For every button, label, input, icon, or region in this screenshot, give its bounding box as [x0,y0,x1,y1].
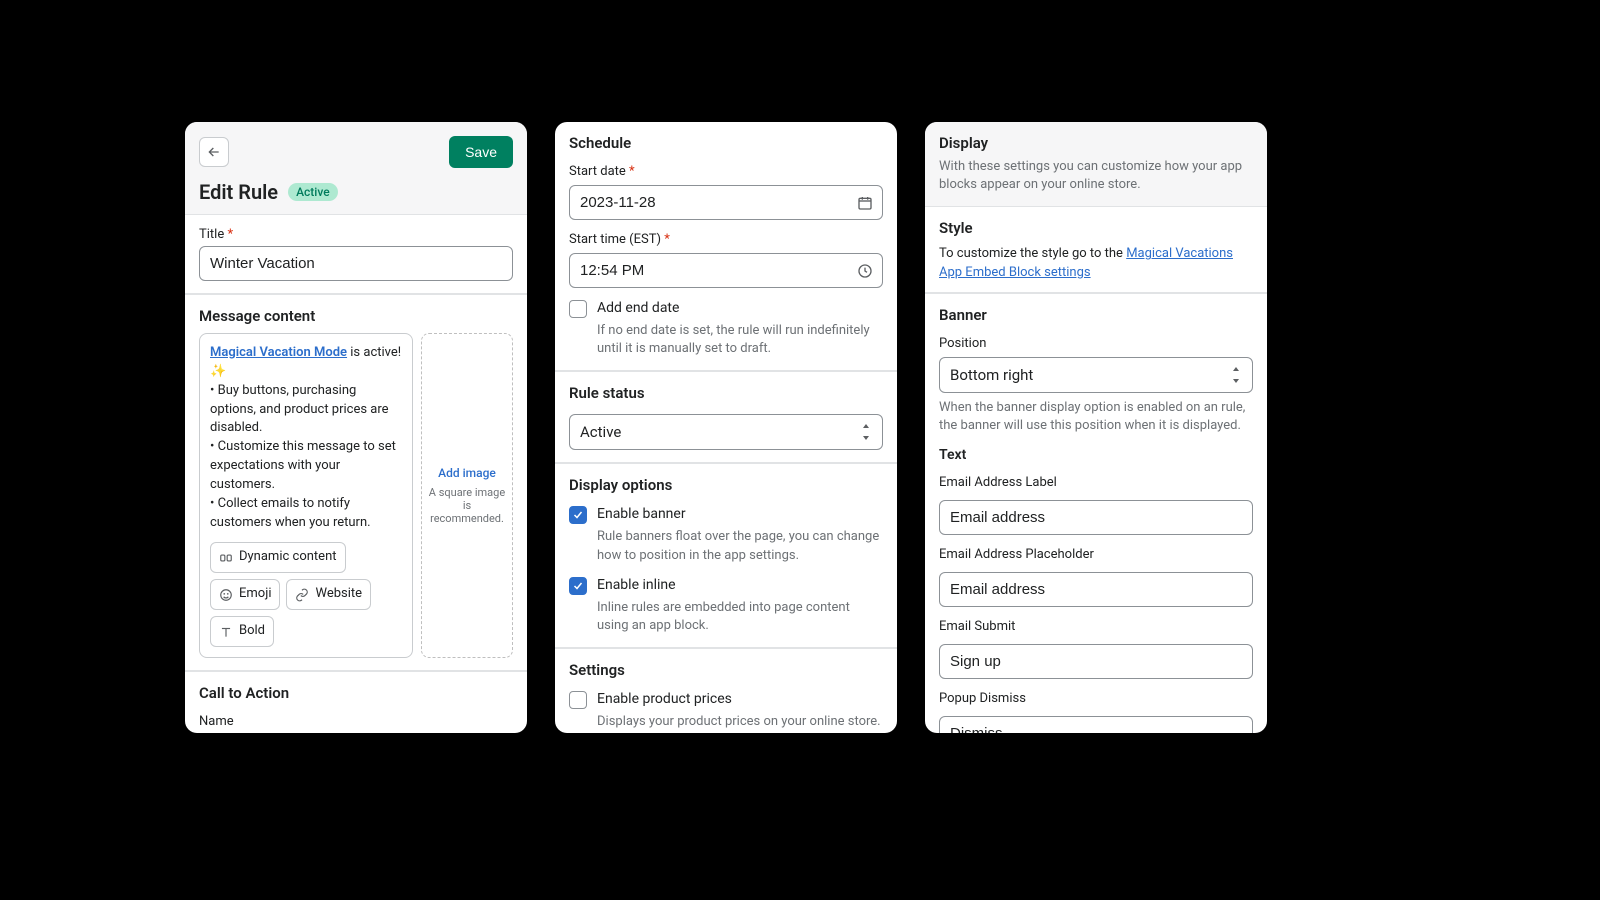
panel-edit-rule: Save Edit Rule Active Title Message cont… [185,122,527,733]
message-preview: Magical Vacation Mode is active! ✨ • Buy… [210,344,402,532]
add-end-date-checkbox[interactable] [569,300,587,318]
display-options-heading: Display options [569,476,883,494]
message-editor[interactable]: Magical Vacation Mode is active! ✨ • Buy… [199,333,413,658]
header: Save Edit Rule Active [185,122,527,215]
enable-prices-checkbox[interactable] [569,691,587,709]
link-icon [219,551,233,565]
status-badge: Active [288,183,338,201]
save-button[interactable]: Save [449,136,513,168]
dismiss-label: Popup Dismiss [939,691,1253,706]
message-heading: Message content [199,307,513,325]
back-button[interactable] [199,137,229,167]
panel-display: Display With these settings you can cust… [925,122,1267,733]
emoji-icon [219,588,233,602]
email-placeholder-label: Email Address Placeholder [939,547,1253,562]
cta-name-label: Name [199,714,513,729]
start-date-label: Start date [569,164,883,179]
dynamic-content-button[interactable]: Dynamic content [210,542,346,573]
style-heading: Style [939,219,1253,237]
page-title: Edit Rule [199,180,278,204]
banner-heading: Banner [939,306,1253,324]
add-end-date-label: Add end date [597,300,679,316]
arrow-left-icon [206,144,222,160]
enable-inline-checkbox[interactable] [569,577,587,595]
image-dropzone[interactable]: Add image A square image is recommended. [421,333,513,658]
panel-schedule: Schedule Start date Start time (EST) [555,122,897,733]
start-time-label: Start time (EST) [569,232,883,247]
settings-heading: Settings [569,661,883,679]
link-icon [295,588,309,602]
position-select[interactable]: Bottom right [939,357,1253,393]
enable-prices-label: Enable product prices [597,691,732,707]
cta-section: Call to Action Name Link [185,672,527,733]
schedule-heading: Schedule [569,134,883,152]
enable-banner-checkbox[interactable] [569,506,587,524]
select-caret-icon [860,424,872,440]
title-input[interactable] [199,246,513,281]
website-button[interactable]: Website [286,579,371,610]
clock-icon [857,263,873,279]
enable-banner-label: Enable banner [597,506,686,522]
emoji-button[interactable]: Emoji [210,579,280,610]
select-caret-icon [1230,367,1242,383]
vacation-mode-link[interactable]: Magical Vacation Mode [210,345,347,360]
position-help: When the banner display option is enable… [939,399,1253,435]
message-section: Message content Magical Vacation Mode is… [185,295,527,670]
enable-prices-help: Displays your product prices on your onl… [597,713,883,731]
text-icon [219,625,233,639]
email-label-label: Email Address Label [939,475,1253,490]
text-heading: Text [939,447,1253,463]
cta-heading: Call to Action [199,684,513,702]
title-label: Title [199,227,513,242]
dismiss-input[interactable] [939,716,1253,733]
email-placeholder-input[interactable] [939,572,1253,607]
email-submit-label: Email Submit [939,619,1253,634]
bold-button[interactable]: Bold [210,616,274,647]
email-submit-input[interactable] [939,644,1253,679]
start-time-input[interactable] [569,253,883,288]
start-date-input[interactable] [569,185,883,220]
enable-banner-help: Rule banners float over the page, you ca… [597,528,883,564]
display-heading: Display [939,134,1253,152]
display-subtext: With these settings you can customize ho… [939,158,1253,194]
email-label-input[interactable] [939,500,1253,535]
image-hint: A square image is recommended. [428,486,506,525]
display-header: Display With these settings you can cust… [925,122,1267,207]
add-image-button[interactable]: Add image [438,466,496,480]
calendar-icon [857,195,873,211]
position-label: Position [939,336,1253,351]
enable-inline-help: Inline rules are embedded into page cont… [597,599,883,635]
style-text: To customize the style go to the Magical… [939,245,1253,281]
title-section: Title [185,215,527,293]
enable-inline-label: Enable inline [597,577,676,593]
add-end-date-help: If no end date is set, the rule will run… [597,322,883,358]
rule-status-heading: Rule status [569,384,883,402]
rule-status-select[interactable]: Active [569,414,883,450]
